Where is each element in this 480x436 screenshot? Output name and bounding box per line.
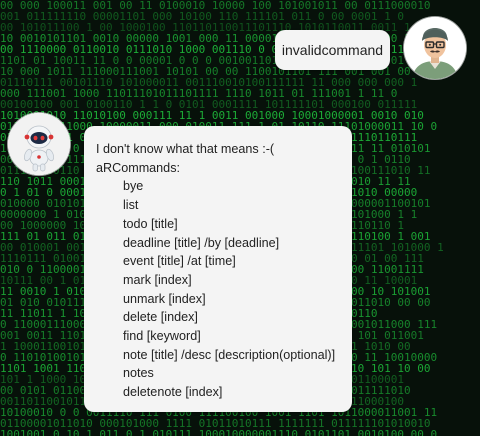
bot-avatar	[8, 113, 70, 175]
robot-icon	[8, 113, 70, 175]
binary-row: 1001001 0 10 1 011 0 1 010111 1000100000…	[0, 428, 437, 436]
command-item: event [title] /at [time]	[123, 254, 236, 269]
commands-heading: aRCommands:	[96, 160, 180, 175]
user-message-text: invalidcommand	[281, 42, 384, 58]
command-item: find [keyword]	[123, 329, 201, 344]
command-item: unmark [index]	[123, 291, 206, 306]
command-item: notes	[123, 366, 154, 381]
command-item: todo [title]	[123, 216, 178, 231]
command-item: deletenote [index]	[123, 385, 223, 400]
user-message-bubble: invalidcommand	[275, 30, 390, 70]
command-item: list	[123, 198, 139, 213]
command-item: mark [index]	[123, 272, 192, 287]
user-avatar	[404, 17, 466, 79]
bot-intro-text: I don't know what that means :-(	[96, 142, 275, 156]
command-item: note [title] /desc [description(optional…	[123, 347, 336, 362]
man-with-glasses-icon	[404, 17, 466, 79]
bot-message-bubble: I don't know what that means :-( aRComma…	[84, 126, 352, 412]
command-item: bye	[123, 179, 144, 194]
command-item: deadline [title] /by [deadline]	[123, 235, 280, 250]
command-item: delete [index]	[123, 310, 198, 325]
